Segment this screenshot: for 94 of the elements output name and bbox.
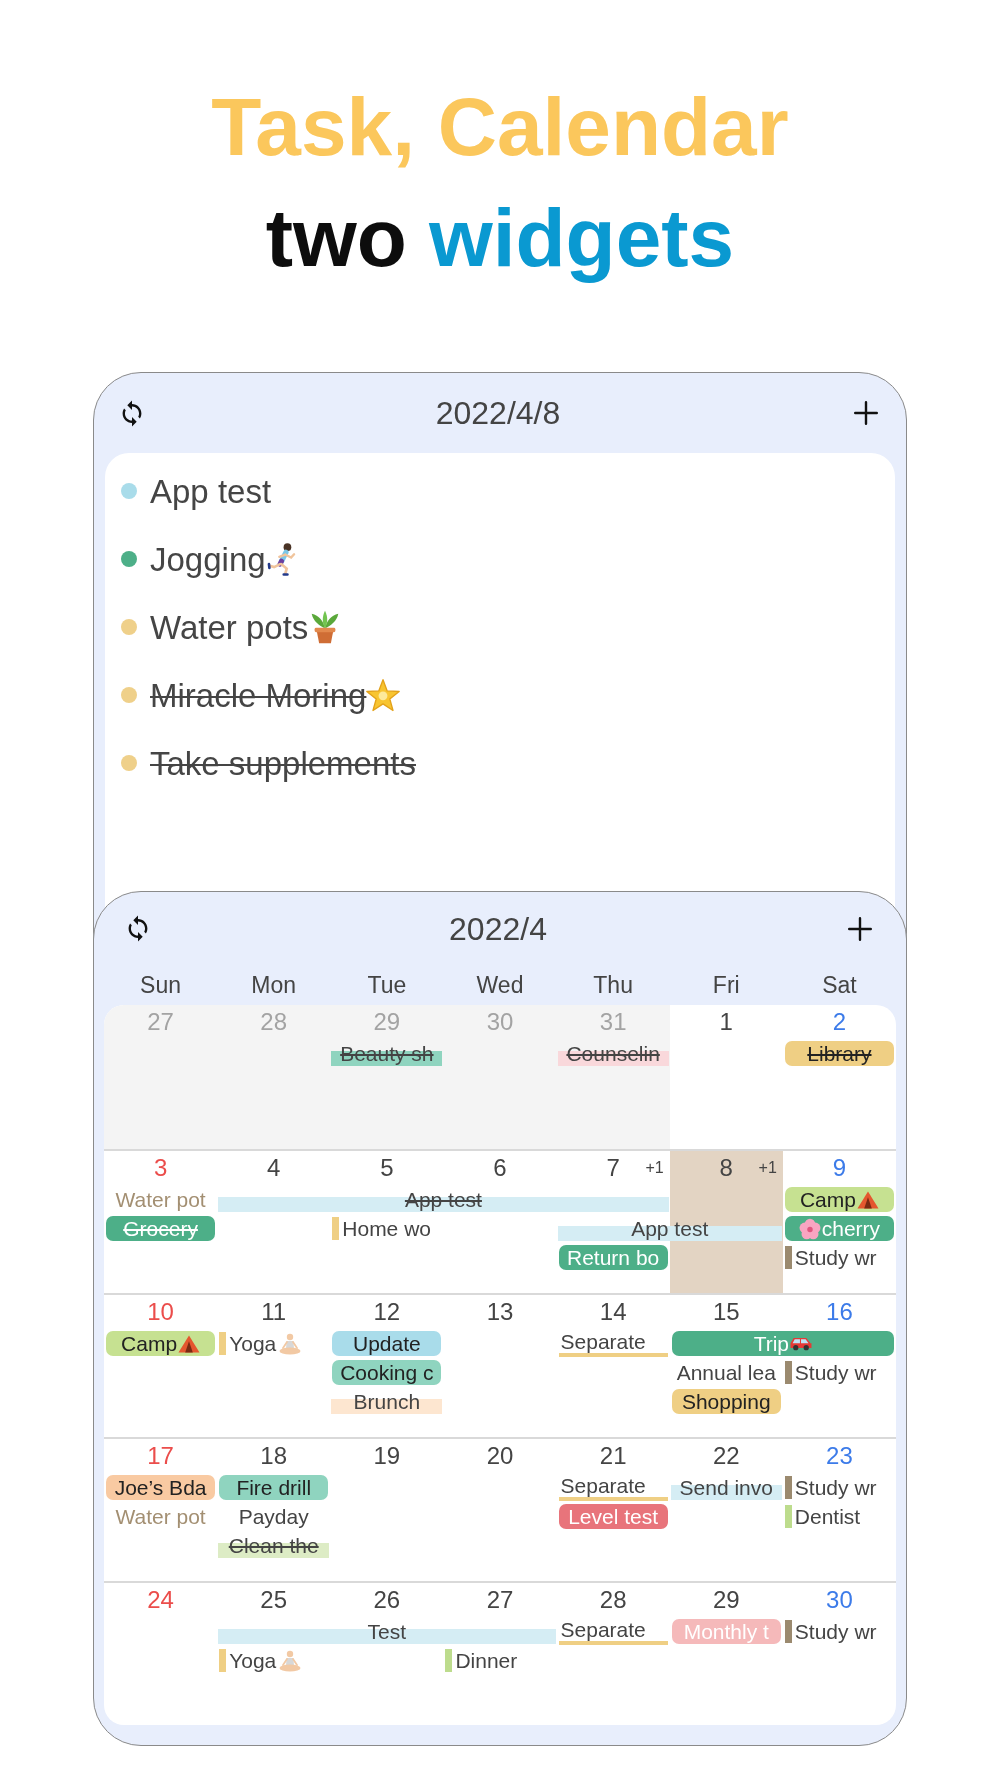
day-number: 10 [147,1300,174,1324]
day-number: 31 [599,1010,627,1034]
event-title: Counselin [566,1043,660,1064]
event-title: Monthly t [683,1621,769,1642]
event-title: Separate [560,1618,646,1640]
event-title: Dentist [794,1506,861,1527]
refresh-icon[interactable] [122,399,142,427]
event-title: Study wr [794,1362,877,1383]
more-count[interactable]: +1 [645,1160,664,1176]
day-number: 27 [486,1588,514,1612]
date-title: 2022/4/8 [435,397,561,429]
event-title: Yoga [229,1333,277,1354]
day-number: 15 [712,1300,740,1324]
month-title: 2022/4 [449,912,547,945]
weekday-label: Sat [821,973,858,997]
event-title: Water pot [115,1189,206,1210]
headline-text: two [265,197,407,279]
day-number: 28 [599,1588,627,1612]
day-number: 16 [826,1300,853,1324]
event-title: App test [404,1189,482,1210]
event-title: Brunch [353,1391,421,1412]
day-number: 9 [832,1156,847,1180]
day-number: 17 [147,1444,174,1468]
event-title: Test [367,1621,407,1642]
event-title: cherry [821,1218,881,1239]
weekday-label: Mon [250,973,298,997]
weekday-label: Tue [366,973,408,997]
headline-text: Task, Calendar [211,86,789,168]
event-title: Annual lea [676,1362,776,1383]
event-title: Joe’s Bda [114,1477,207,1498]
day-number: 3 [153,1156,168,1180]
task-title: Water pots [150,610,309,644]
day-number: 8 [719,1156,733,1180]
event-title: Grocery [123,1218,198,1239]
event-title: Clean the [228,1535,319,1556]
weekday-label: Thu [592,973,634,997]
event-title: Home wo [342,1218,431,1239]
day-number: 4 [267,1156,281,1180]
weekday-label: Sun [139,973,183,997]
event-title: App test [631,1218,709,1239]
day-number: 24 [147,1588,174,1612]
day-number: 12 [373,1300,401,1324]
event-title: Payday [238,1506,309,1527]
event-title: Study wr [794,1621,877,1642]
event-title: Send invo [679,1477,773,1498]
day-number: 30 [826,1588,853,1612]
day-number: 2 [832,1010,847,1034]
day-number: 7 [606,1156,620,1180]
day-number: 29 [373,1010,401,1034]
day-number: 18 [260,1444,288,1468]
more-count[interactable]: +1 [758,1160,777,1176]
event-title: Shopping [681,1391,771,1412]
event-title: Fire drill [236,1477,312,1498]
event-title: Level test [568,1506,659,1527]
day-number: 22 [712,1444,740,1468]
event-title: Yoga [229,1650,277,1671]
add-icon[interactable] [848,916,872,941]
day-number: 6 [493,1156,507,1180]
day-number: 30 [486,1010,514,1034]
day-number: 29 [712,1588,740,1612]
day-number: 25 [260,1588,288,1612]
event-title: Dinner [455,1650,518,1671]
day-number: 14 [599,1300,627,1324]
refresh-icon[interactable] [128,915,148,942]
event-title: Study wr [794,1477,877,1498]
event-title: Study wr [794,1247,877,1268]
event-title: Library [807,1043,872,1064]
event-title: Water pot [115,1506,206,1527]
event-title: Separate [560,1330,646,1352]
task-title: Take supplements [150,746,416,780]
add-icon[interactable] [854,401,878,425]
day-number: 1 [719,1010,733,1034]
event-title: Cooking c [340,1362,434,1383]
day-number: 19 [373,1444,401,1468]
event-title: Camp [799,1189,856,1210]
task-title: Jogging [150,542,266,576]
task-title: App test [150,474,272,508]
event-title: Return bo [567,1247,660,1268]
weekday-label: Fri [711,973,741,997]
day-number: 5 [380,1156,394,1180]
task-title: Miracle Moring [150,678,367,712]
day-number: 27 [147,1010,174,1034]
day-number: 23 [826,1444,853,1468]
event-title: Separate [560,1474,646,1496]
day-number: 13 [486,1300,514,1324]
day-number: 21 [599,1444,627,1468]
event-title: Trip [753,1333,790,1354]
event-title: Camp [121,1333,178,1354]
weekday-label: Wed [475,973,525,997]
day-number: 26 [373,1588,401,1612]
day-number: 11 [261,1300,287,1324]
day-number: 20 [486,1444,514,1468]
day-number: 28 [260,1010,288,1034]
event-title: Update [353,1333,421,1354]
